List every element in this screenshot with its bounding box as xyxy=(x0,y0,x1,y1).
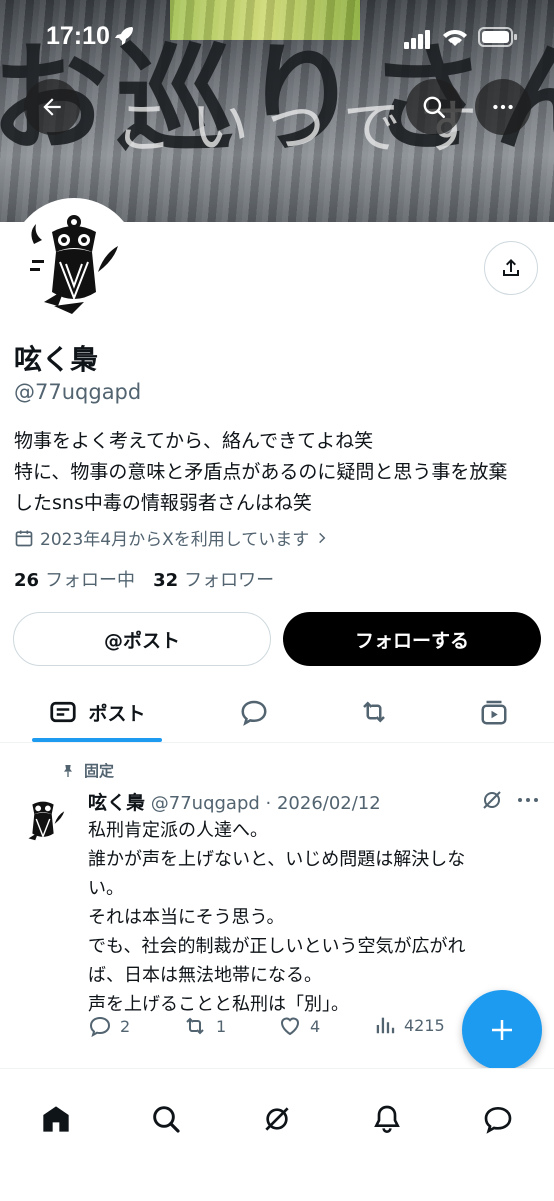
compose-post-button[interactable] xyxy=(462,990,542,1070)
tweet-text[interactable]: 私刑肯定派の人達へ。 誰かが声を上げないと、いじめ問題は解決しな い。 それは本… xyxy=(88,816,538,1019)
grok-button[interactable] xyxy=(480,788,504,816)
media-tab-icon xyxy=(481,700,507,725)
reply-count: 2 xyxy=(120,1016,131,1036)
profile-avatar[interactable] xyxy=(10,198,138,326)
view-count: 4215 xyxy=(404,1015,445,1035)
chevron-right-icon xyxy=(319,532,326,543)
tab-replies[interactable] xyxy=(234,682,274,742)
rocket-icon xyxy=(112,24,136,52)
grok-icon xyxy=(265,1107,289,1131)
repost-tab-icon xyxy=(363,701,385,723)
arrow-left-icon xyxy=(43,98,61,116)
joined-date[interactable]: 2023年4月からXを利用しています xyxy=(14,525,329,550)
views-button[interactable]: 4215 xyxy=(374,1014,445,1036)
repost-button[interactable]: 1 xyxy=(182,1014,226,1038)
search-icon xyxy=(423,96,446,119)
nav-search[interactable] xyxy=(146,1099,186,1139)
like-button[interactable]: 4 xyxy=(278,1014,320,1038)
analytics-icon xyxy=(376,1017,395,1034)
active-tab-indicator xyxy=(32,738,162,742)
profile-name: 呟く梟 xyxy=(14,343,99,376)
tab-reposts[interactable] xyxy=(354,682,394,742)
more-options-button[interactable] xyxy=(475,79,531,135)
status-time: 17:10 xyxy=(46,22,110,50)
grok-icon xyxy=(483,791,501,809)
tweet-line: 誰かが声を上げないと、いじめ問題は解決しな xyxy=(88,849,466,870)
repost-count: 1 xyxy=(216,1016,227,1036)
back-button[interactable] xyxy=(24,79,80,135)
like-count: 4 xyxy=(310,1016,321,1036)
tab-posts-label: ポスト xyxy=(88,702,146,725)
tweet-handle-date: @77uqgapd · 2026/02/12 xyxy=(150,793,381,814)
bio-line: 特に、物事の意味と矛盾点があるのに疑問と思う事を放棄 xyxy=(14,461,508,483)
followers-link[interactable]: 32 フォロワー xyxy=(153,566,274,592)
nav-messages[interactable] xyxy=(478,1099,518,1139)
owl-avatar-image xyxy=(14,202,134,322)
bio-line: 物事をよく考えてから、絡んできてよね笑 xyxy=(14,430,374,452)
follow-stats: 26 フォロー中 32 フォロワー xyxy=(14,566,274,592)
following-label: フォロー中 xyxy=(45,570,136,591)
more-horizontal-icon xyxy=(518,798,538,802)
wifi-icon xyxy=(442,26,468,52)
plus-icon xyxy=(492,1020,512,1040)
home-icon xyxy=(43,1106,69,1132)
reply-icon xyxy=(89,1016,111,1038)
bottom-navigation xyxy=(0,1068,554,1201)
tweet-header: 呟く梟 @77uqgapd · 2026/02/12 xyxy=(88,788,381,815)
signal-icon xyxy=(404,29,432,53)
share-button[interactable] xyxy=(484,241,538,295)
tab-posts[interactable]: ポスト xyxy=(32,682,162,742)
followers-label: フォロワー xyxy=(184,570,275,591)
more-horizontal-icon xyxy=(493,104,513,110)
tweet-author-name[interactable]: 呟く梟 xyxy=(88,792,145,814)
mention-post-button[interactable]: @ポスト xyxy=(13,612,271,666)
nav-grok[interactable] xyxy=(257,1099,297,1139)
search-icon xyxy=(153,1106,180,1133)
bio-line: したsns中毒の情報弱者さんはね笑 xyxy=(14,492,312,514)
nav-home[interactable] xyxy=(36,1099,76,1139)
following-link[interactable]: 26 フォロー中 xyxy=(14,566,135,592)
tweet-more-button[interactable] xyxy=(516,790,540,814)
following-count: 26 xyxy=(14,570,40,591)
profile-tabs: ポスト xyxy=(0,682,554,743)
pin-icon xyxy=(64,764,72,777)
reply-button[interactable]: 2 xyxy=(88,1014,130,1038)
repost-icon xyxy=(186,1017,204,1035)
tweet-line: それは本当にそう思う。 xyxy=(88,907,285,928)
pinned-indicator: 固定 xyxy=(60,760,114,781)
tweet-line: でも、社会的制裁が正しいという空気が広がれ xyxy=(88,936,466,957)
tab-media[interactable] xyxy=(474,682,514,742)
reply-tab-icon xyxy=(241,700,267,726)
tweet-line: 私刑肯定派の人達へ。 xyxy=(88,820,268,841)
profile-handle: @77uqgapd xyxy=(14,380,142,404)
share-icon xyxy=(503,259,519,276)
profile-bio: 物事をよく考えてから、絡んできてよね笑 特に、物事の意味と矛盾点があるのに疑問と… xyxy=(14,426,544,519)
calendar-icon xyxy=(15,530,33,546)
message-icon xyxy=(484,1106,512,1134)
tweet-line: ば、日本は無法地帯になる。 xyxy=(88,965,322,986)
search-button[interactable] xyxy=(406,79,462,135)
follow-button[interactable]: フォローする xyxy=(283,612,541,666)
status-bar: 17:10 xyxy=(0,0,554,74)
posts-tab-icon xyxy=(50,701,77,723)
joined-text: 2023年4月からXを利用しています xyxy=(40,530,310,550)
owl-avatar-image xyxy=(14,790,72,848)
tweet-line: い。 xyxy=(88,878,124,899)
tweet-avatar[interactable] xyxy=(14,790,72,848)
battery-icon xyxy=(478,27,518,51)
bell-icon xyxy=(374,1105,400,1133)
nav-notifications[interactable] xyxy=(367,1099,407,1139)
pinned-label: 固定 xyxy=(84,762,115,780)
followers-count: 32 xyxy=(153,570,179,591)
tweet-actions: 2 1 4 4215 xyxy=(88,1014,458,1044)
heart-icon xyxy=(280,1017,300,1036)
